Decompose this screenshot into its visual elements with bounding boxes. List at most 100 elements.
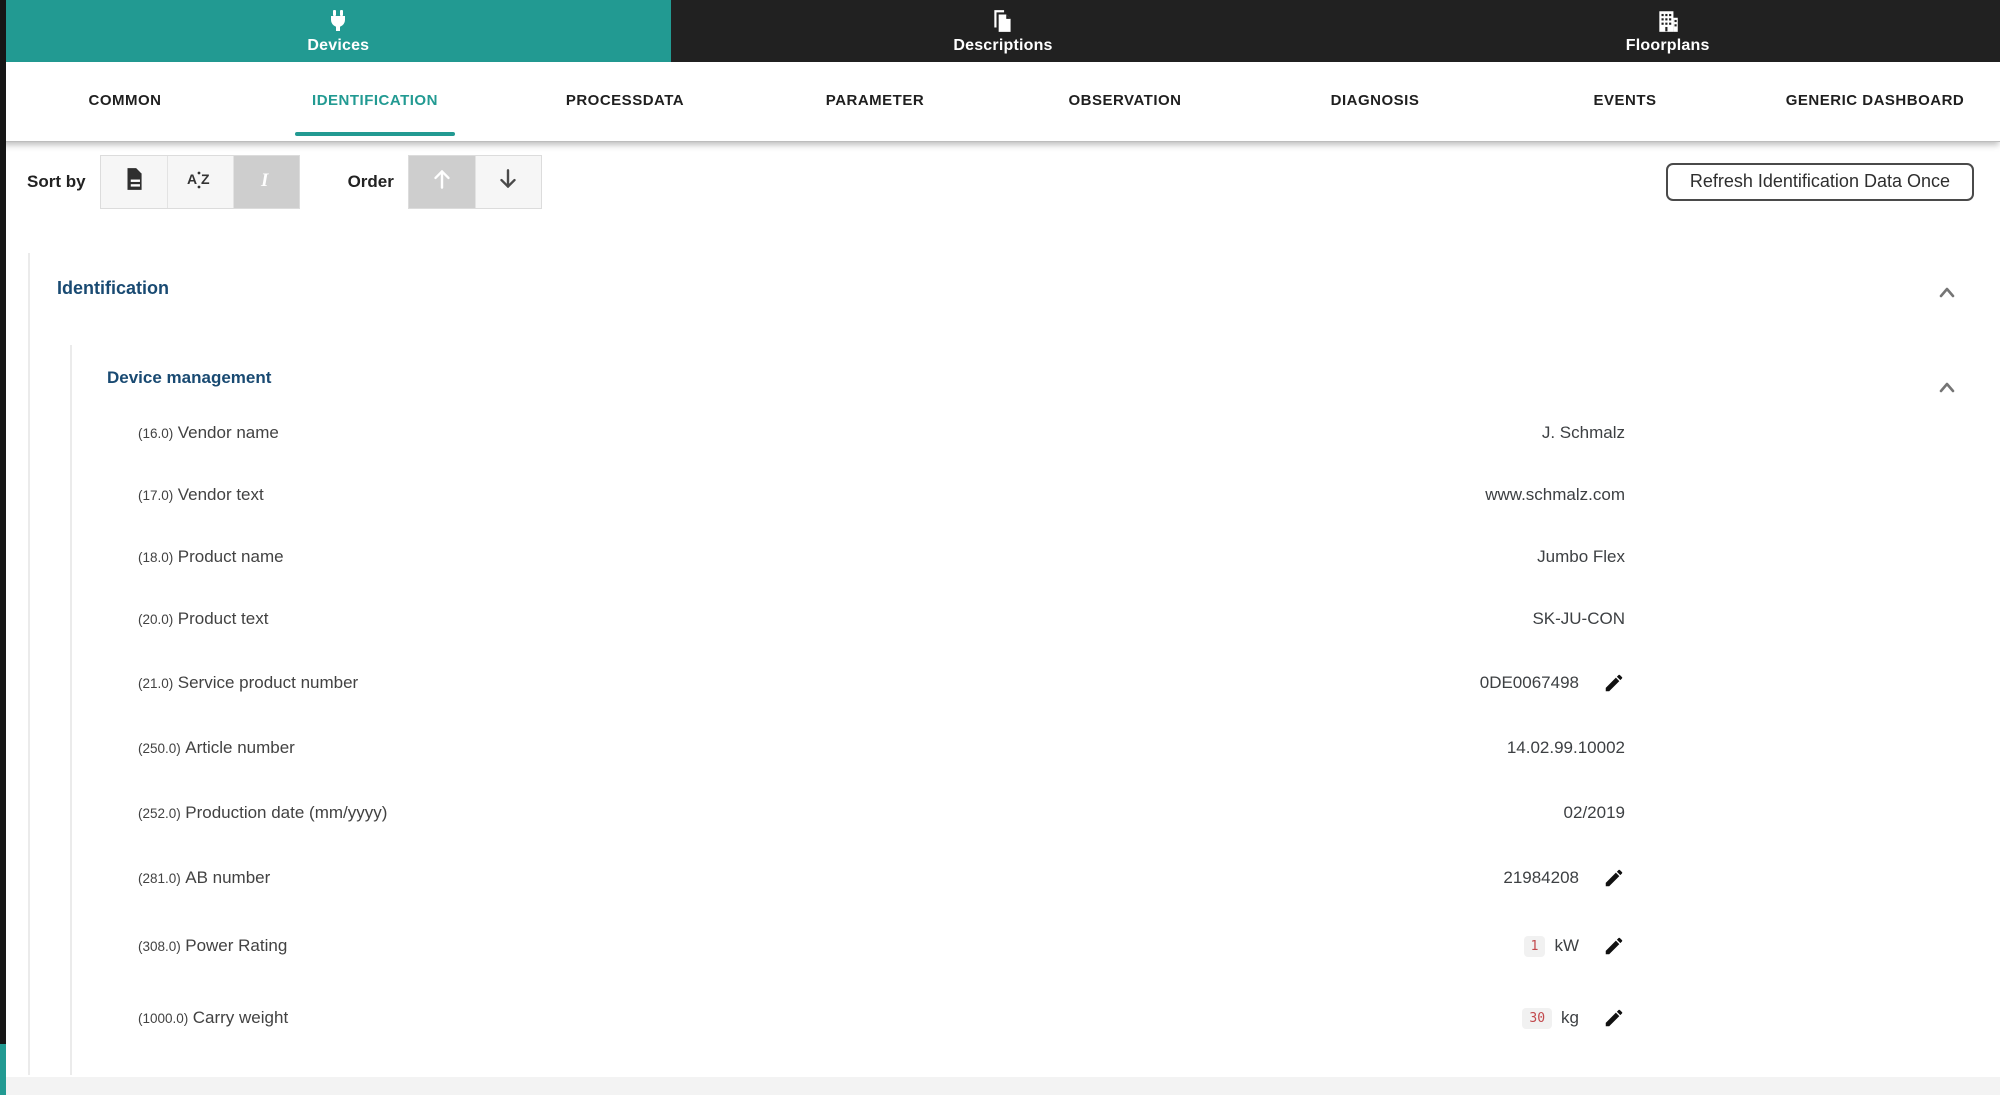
- row-index: (17.0): [138, 488, 173, 503]
- row-index: (250.0): [138, 741, 181, 756]
- row-value: SK-JU-CON: [1532, 609, 1625, 629]
- identification-section-title: Identification: [57, 278, 169, 299]
- tab-processdata[interactable]: PROCESSDATA: [500, 62, 750, 141]
- sort-by-sort-alpha-button[interactable]: AZ: [167, 156, 233, 208]
- order-label: Order: [348, 172, 394, 192]
- device-management-indent-line: [70, 345, 72, 1075]
- table-row: (16.0) Vendor name J. Schmalz: [138, 402, 1625, 464]
- table-row: (281.0) AB number 21984208: [138, 845, 1625, 910]
- row-label: Product name: [178, 547, 284, 566]
- row-index: (281.0): [138, 871, 181, 886]
- sort-alpha-icon: AZ: [186, 166, 214, 197]
- tab-observation[interactable]: OBSERVATION: [1000, 62, 1250, 141]
- row-index: (308.0): [138, 939, 181, 954]
- edit-icon[interactable]: [1603, 867, 1625, 889]
- device-identification-page: Devices Descriptions Floorplans COMMON IDEN…: [0, 0, 2000, 1095]
- tab-label: PROCESSDATA: [566, 92, 684, 111]
- tab-label: IDENTIFICATION: [312, 92, 438, 111]
- tab-generic-dashboard[interactable]: GENERIC DASHBOARD: [1750, 62, 2000, 141]
- row-index: (1000.0): [138, 1011, 188, 1026]
- top-tab-devices[interactable]: Devices: [6, 0, 671, 62]
- identification-collapse-chevron-icon[interactable]: [1934, 280, 1960, 306]
- svg-text:A: A: [187, 171, 197, 187]
- copy-icon: [990, 8, 1016, 34]
- window-edge-strip: [0, 0, 6, 1044]
- row-index: (16.0): [138, 426, 173, 441]
- top-tab-floorplans[interactable]: Floorplans: [1335, 0, 2000, 62]
- table-row: (1000.0) Carry weight 30 kg: [138, 982, 1625, 1054]
- identification-indent-line: [28, 253, 30, 1075]
- arrow-down-icon: [495, 166, 521, 197]
- table-row: (20.0) Product text SK-JU-CON: [138, 588, 1625, 650]
- tab-label: COMMON: [89, 92, 162, 111]
- row-value: www.schmalz.com: [1485, 485, 1625, 505]
- edit-icon[interactable]: [1603, 672, 1625, 694]
- sort-by-file-button[interactable]: [101, 156, 167, 208]
- top-tab-label: Floorplans: [1626, 37, 1710, 55]
- tab-label: PARAMETER: [826, 92, 924, 111]
- row-value: 14.02.99.10002: [1507, 738, 1625, 758]
- table-row: (21.0) Service product number 0DE0067498: [138, 650, 1625, 715]
- tab-parameter[interactable]: PARAMETER: [750, 62, 1000, 141]
- tab-identification[interactable]: IDENTIFICATION: [250, 62, 500, 141]
- edit-icon[interactable]: [1603, 1007, 1625, 1029]
- row-value: 21984208: [1503, 868, 1579, 888]
- tab-common[interactable]: COMMON: [0, 62, 250, 141]
- value-chip: 30: [1522, 1008, 1552, 1029]
- row-index: (18.0): [138, 550, 173, 565]
- row-label: Product text: [178, 609, 269, 628]
- edit-icon[interactable]: [1603, 935, 1625, 957]
- row-value: 0DE0067498: [1480, 673, 1579, 693]
- file-icon: [121, 166, 147, 197]
- svg-text:I: I: [260, 170, 269, 191]
- table-row: (252.0) Production date (mm/yyyy) 02/201…: [138, 780, 1625, 845]
- device-management-collapse-chevron-icon[interactable]: [1934, 375, 1960, 401]
- table-row: (250.0) Article number 14.02.99.10002: [138, 715, 1625, 780]
- section-nav: COMMON IDENTIFICATION PROCESSDATA PARAMETER…: [0, 62, 2000, 142]
- row-label: Power Rating: [185, 936, 287, 955]
- tab-label: OBSERVATION: [1068, 92, 1181, 111]
- building-icon: [1655, 8, 1681, 34]
- top-tab-descriptions[interactable]: Descriptions: [671, 0, 1336, 62]
- refresh-identification-button[interactable]: Refresh Identification Data Once: [1666, 163, 1974, 201]
- row-index: (21.0): [138, 676, 173, 691]
- row-value: J. Schmalz: [1542, 423, 1625, 443]
- tab-diagnosis[interactable]: DIAGNOSIS: [1250, 62, 1500, 141]
- table-row: (308.0) Power Rating 1 kW: [138, 910, 1625, 982]
- row-label: Production date (mm/yyyy): [185, 803, 387, 822]
- order-arrow-up-button[interactable]: [409, 156, 475, 208]
- device-management-section-title: Device management: [107, 368, 271, 388]
- top-tab-label: Descriptions: [953, 37, 1052, 55]
- sort-button-group: AZ I: [100, 155, 300, 209]
- active-tab-underline: [295, 132, 455, 136]
- row-value: Jumbo Flex: [1537, 547, 1625, 567]
- tab-label: EVENTS: [1593, 92, 1656, 111]
- top-tab-bar: Devices Descriptions Floorplans: [0, 0, 2000, 62]
- window-edge-strip-accent: [0, 1044, 6, 1095]
- tab-events[interactable]: EVENTS: [1500, 62, 1750, 141]
- row-value: kW: [1554, 936, 1579, 956]
- table-row: (18.0) Product name Jumbo Flex: [138, 526, 1625, 588]
- plug-icon: [325, 8, 351, 34]
- value-chip: 1: [1524, 936, 1546, 957]
- row-label: Service product number: [178, 673, 358, 692]
- page-bottom-band: [6, 1077, 2000, 1095]
- sort-toolbar: Sort by AZ I Order Refresh Identification…: [0, 142, 2000, 215]
- tab-label: GENERIC DASHBOARD: [1786, 92, 1965, 111]
- row-label: Article number: [185, 738, 295, 757]
- sort-by-label: Sort by: [27, 172, 86, 192]
- row-label: AB number: [185, 868, 270, 887]
- top-tab-label: Devices: [307, 37, 369, 55]
- sort-by-sort-index-button[interactable]: I: [233, 156, 299, 208]
- row-index: (20.0): [138, 612, 173, 627]
- identification-rows: (16.0) Vendor name J. Schmalz (17.0) Ven…: [138, 402, 1625, 1054]
- svg-text:Z: Z: [201, 171, 210, 187]
- row-label: Vendor name: [178, 423, 279, 442]
- order-arrow-down-button[interactable]: [475, 156, 541, 208]
- row-label: Vendor text: [178, 485, 264, 504]
- row-value: 02/2019: [1564, 803, 1625, 823]
- sort-index-icon: I: [256, 166, 276, 197]
- row-index: (252.0): [138, 806, 181, 821]
- row-label: Carry weight: [193, 1008, 288, 1027]
- tab-label: DIAGNOSIS: [1331, 92, 1420, 111]
